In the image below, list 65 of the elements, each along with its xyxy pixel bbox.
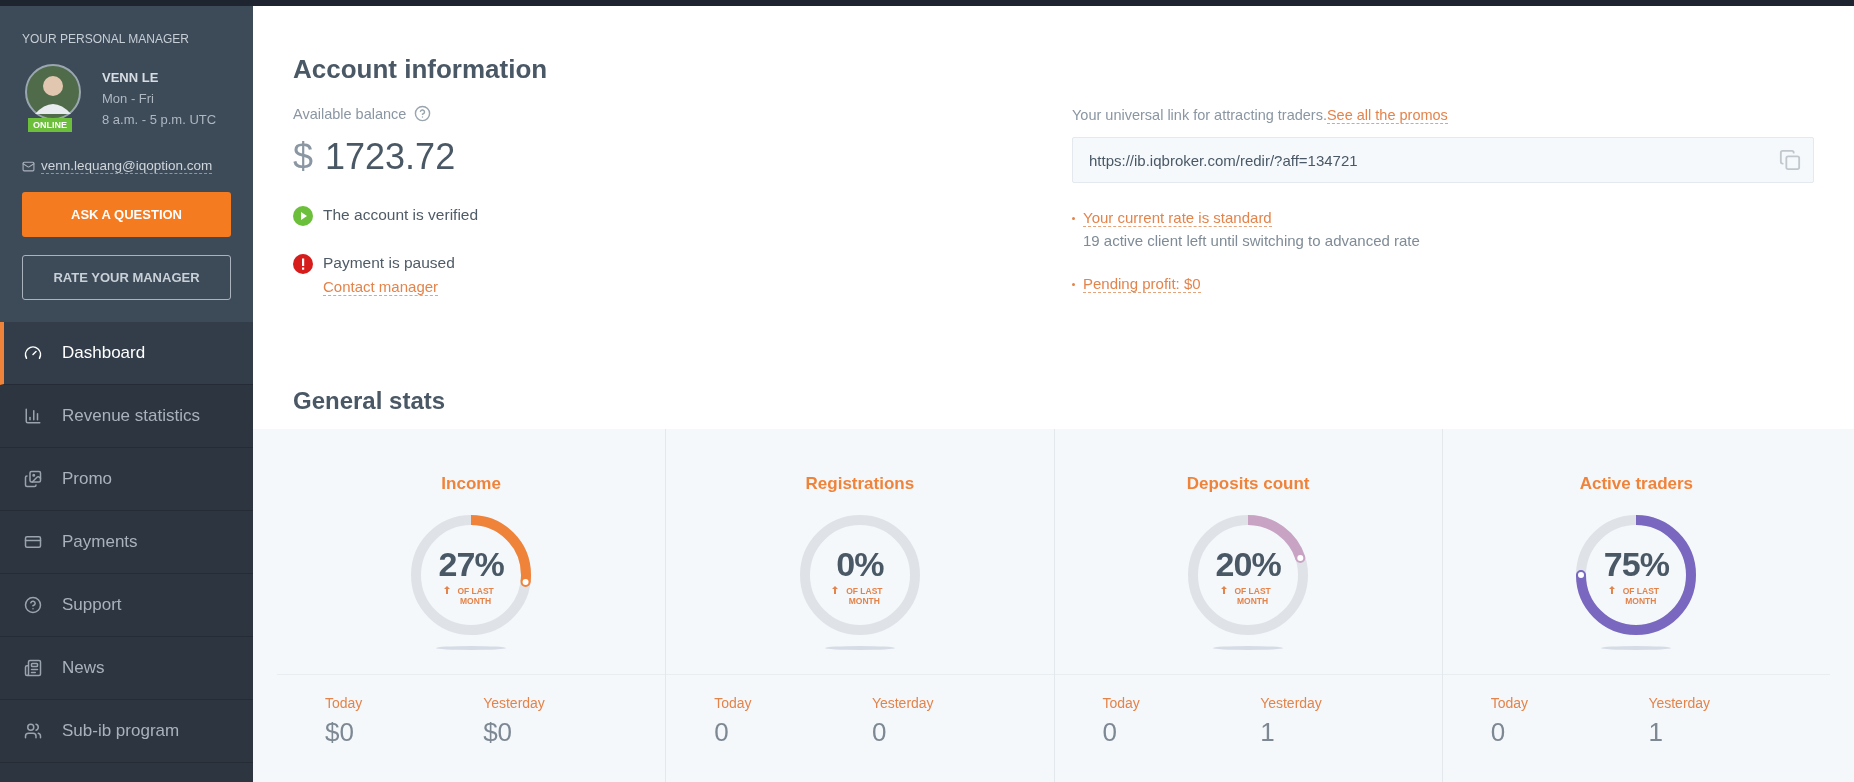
yesterday-value: 1 — [1648, 717, 1664, 748]
rate-note: 19 active client left until switching to advanced rate — [1083, 232, 1420, 249]
rate-manager-button[interactable]: RATE YOUR MANAGER — [22, 255, 231, 300]
status-text: Payment is paused — [323, 254, 455, 272]
stat-note: OF LAST MONTH — [1233, 585, 1272, 606]
manager-heading: YOUR PERSONAL MANAGER — [22, 32, 190, 46]
stat-title: Deposits count — [1186, 474, 1310, 494]
users-icon — [24, 722, 42, 740]
today-value: 0 — [1490, 717, 1507, 748]
avatar-icon — [25, 64, 81, 120]
play-icon — [293, 206, 313, 226]
yesterday-value: 0 — [871, 717, 888, 748]
yesterday-value: $0 — [483, 717, 514, 748]
status-text: The account is verified — [323, 206, 479, 224]
balance-amount: 1723.72 — [325, 136, 456, 178]
today-label: Today — [1102, 695, 1141, 711]
arrow-up-icon — [443, 585, 450, 594]
email-link[interactable]: venn.lequang@iqoption.com — [41, 158, 213, 174]
arrow-up-icon — [832, 585, 839, 594]
today-value: 0 — [714, 717, 730, 748]
chart-icon — [24, 407, 42, 425]
referral-link-field[interactable]: https://ib.iqbroker.com/redir/?aff=134721 — [1072, 137, 1814, 183]
copy-icon[interactable] — [1779, 149, 1801, 171]
balance-label: Available balance — [293, 105, 407, 122]
yesterday-label: Yesterday — [1260, 695, 1323, 711]
bullet-icon — [1072, 217, 1075, 220]
work-hours: 8 a.m. - 5 p.m. UTC — [102, 112, 217, 127]
today-label: Today — [1490, 695, 1530, 711]
images-icon — [24, 470, 42, 488]
mail-icon — [22, 159, 35, 173]
help-icon[interactable] — [414, 105, 432, 122]
stat-title: Registrations — [805, 474, 915, 494]
stat-note: OF LAST MONTH — [456, 585, 495, 606]
yesterday-label: Yesterday — [871, 695, 935, 711]
bullet-icon — [1072, 283, 1075, 286]
stat-note: OF LAST MONTH — [845, 585, 884, 606]
manager-name: VENN LE — [102, 70, 160, 85]
online-badge: ONLINE — [28, 118, 72, 132]
stat-title: Income — [441, 474, 501, 494]
today-label: Today — [714, 695, 753, 711]
today-label: Today — [325, 695, 364, 711]
yesterday-label: Yesterday — [1648, 695, 1712, 711]
section-title: Account information — [293, 54, 548, 85]
stat-percent: 0% — [836, 544, 884, 584]
stat-percent: 27% — [438, 544, 504, 584]
card-icon — [24, 533, 42, 551]
nav-item[interactable]: Dashboard — [0, 322, 253, 385]
section-title: General stats — [293, 387, 447, 415]
gauge-icon — [24, 344, 42, 362]
stat-percent: 20% — [1215, 544, 1281, 584]
currency-sign: $ — [293, 136, 314, 178]
arrow-up-icon — [1608, 585, 1615, 594]
stat-percent: 75% — [1603, 544, 1669, 584]
warning-icon — [293, 254, 313, 274]
today-value: 0 — [1102, 717, 1118, 748]
arrow-up-icon — [1220, 585, 1227, 594]
yesterday-label: Yesterday — [483, 695, 546, 711]
work-days: Mon - Fri — [102, 91, 217, 106]
today-value: $0 — [325, 717, 355, 748]
yesterday-value: 1 — [1260, 717, 1276, 748]
link-label: Your universal link for attracting traders. — [1072, 107, 1327, 123]
stat-title: Active traders — [1579, 474, 1694, 494]
stat-note: OF LAST MONTH — [1621, 585, 1661, 606]
news-icon — [24, 659, 42, 677]
help-icon — [24, 596, 42, 614]
